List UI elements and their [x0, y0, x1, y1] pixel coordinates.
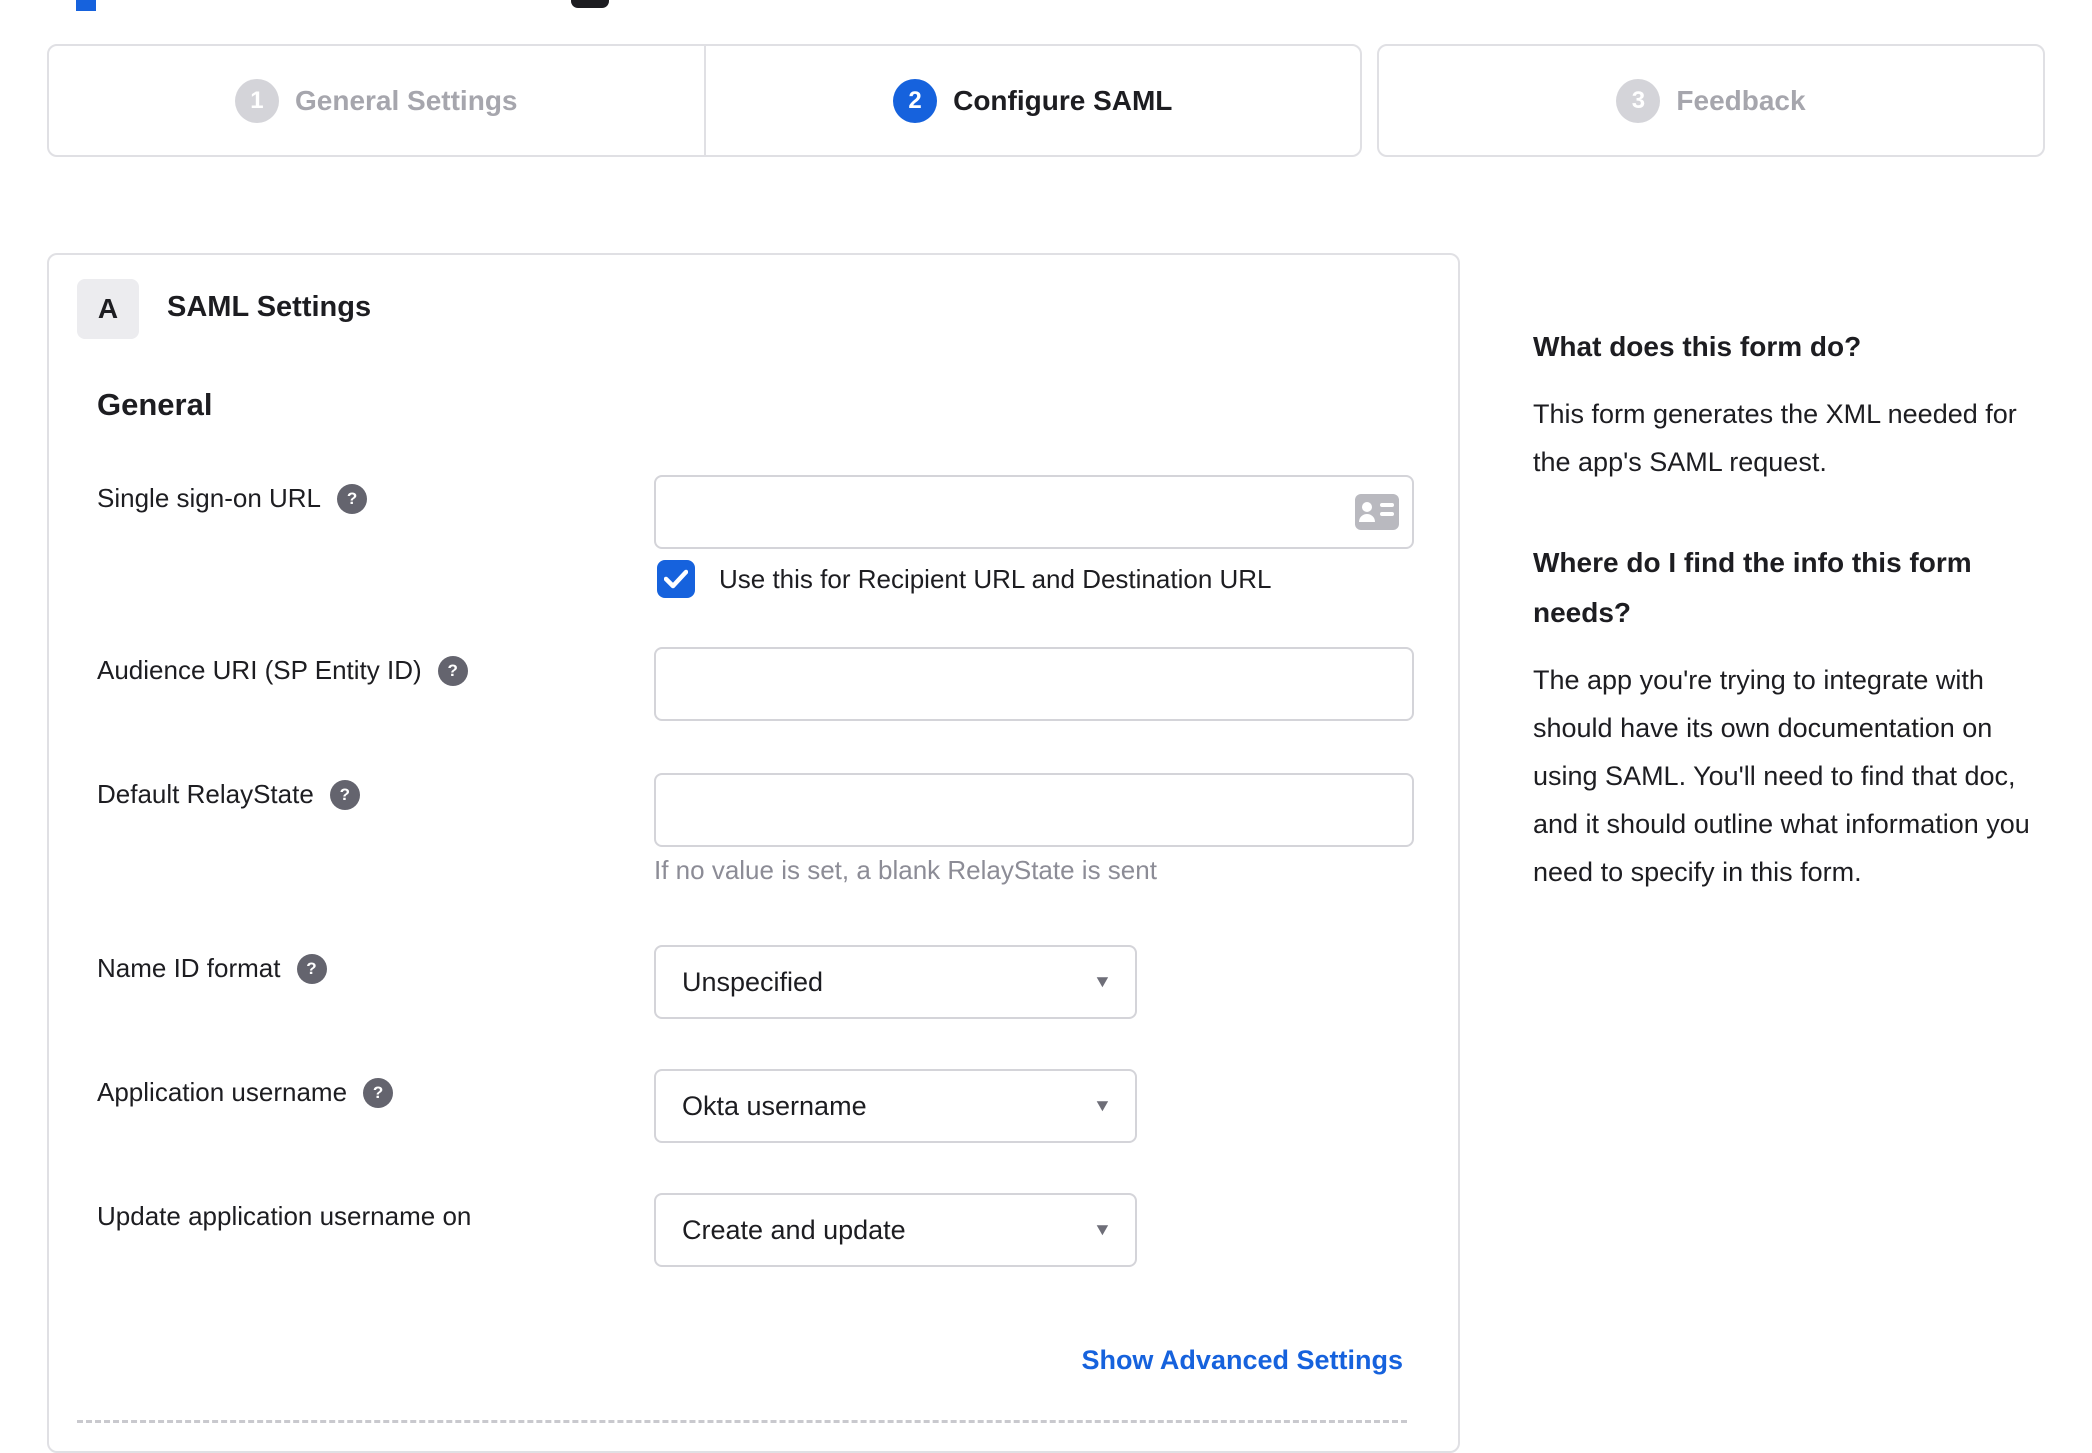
- relay-state-label: Default RelayState ?: [97, 779, 360, 810]
- recipient-url-checkbox[interactable]: [657, 560, 695, 598]
- help-icon[interactable]: ?: [296, 953, 327, 984]
- section-a-badge: A: [77, 279, 139, 339]
- general-section-heading: General: [97, 387, 213, 422]
- step-configure-saml[interactable]: 2 Configure SAML: [703, 46, 1361, 155]
- chevron-down-icon: ▼: [1092, 972, 1113, 991]
- chevron-down-icon: ▼: [1092, 1096, 1113, 1115]
- update-username-select[interactable]: Create and update ▼: [654, 1193, 1137, 1267]
- application-username-label-text: Application username: [97, 1077, 348, 1107]
- name-id-format-label: Name ID format ?: [97, 953, 327, 984]
- relay-state-hint: If no value is set, a blank RelayState i…: [654, 855, 1157, 885]
- relay-state-label-text: Default RelayState: [97, 779, 314, 809]
- audience-uri-input[interactable]: [654, 647, 1414, 721]
- checkmark-icon: [664, 569, 688, 589]
- help-icon[interactable]: ?: [363, 1077, 394, 1108]
- help-icon[interactable]: ?: [329, 779, 360, 810]
- step-number-badge: 1: [234, 78, 279, 123]
- configure-saml-page: { "colors": { "accent_blue": "#1662dd", …: [0, 0, 2092, 1453]
- sidebar-heading-where: Where do I find the info this form needs…: [1533, 547, 1972, 628]
- help-icon[interactable]: ?: [337, 483, 368, 514]
- show-advanced-settings-link[interactable]: Show Advanced Settings: [1081, 1345, 1403, 1376]
- wizard-stepper-feedback: 3 Feedback: [1377, 44, 2045, 157]
- sso-url-label-text: Single sign-on URL: [97, 483, 322, 513]
- name-id-format-label-text: Name ID format: [97, 953, 281, 983]
- saml-settings-panel: A SAML Settings General Single sign-on U…: [47, 253, 1460, 1453]
- sso-url-input[interactable]: [654, 475, 1414, 549]
- step-number-badge: 3: [1616, 78, 1661, 123]
- update-username-label-text: Update application username on: [97, 1201, 472, 1231]
- application-username-select[interactable]: Okta username ▼: [654, 1069, 1137, 1143]
- step-label: Feedback: [1676, 84, 1806, 116]
- panel-title: SAML Settings: [167, 291, 372, 323]
- update-username-value: Create and update: [682, 1214, 906, 1245]
- sidebar-heading-what: What does this form do?: [1533, 331, 1862, 362]
- recipient-url-checkbox-row: Use this for Recipient URL and Destinati…: [657, 560, 1272, 598]
- clipped-header-title-fragment: [76, 0, 96, 11]
- step-number-badge: 2: [893, 78, 938, 123]
- step-label: Configure SAML: [953, 84, 1173, 116]
- update-username-label: Update application username on: [97, 1201, 471, 1232]
- step-feedback[interactable]: 3 Feedback: [1379, 46, 2043, 155]
- help-sidebar: What does this form do? This form genera…: [1533, 322, 2038, 948]
- application-username-label: Application username ?: [97, 1077, 394, 1108]
- section-divider: [77, 1420, 1407, 1423]
- relay-state-input[interactable]: [654, 773, 1414, 847]
- clipped-header-logo-fragment: [571, 0, 609, 8]
- help-icon[interactable]: ?: [437, 655, 468, 686]
- step-label: General Settings: [294, 84, 518, 116]
- name-id-format-value: Unspecified: [682, 966, 824, 997]
- contact-card-icon[interactable]: [1354, 493, 1400, 531]
- sso-url-label: Single sign-on URL ?: [97, 483, 368, 514]
- audience-uri-label-text: Audience URI (SP Entity ID): [97, 655, 422, 685]
- chevron-down-icon: ▼: [1092, 1220, 1113, 1239]
- sidebar-body-what: This form generates the XML needed for t…: [1533, 399, 2017, 477]
- name-id-format-select[interactable]: Unspecified ▼: [654, 945, 1137, 1019]
- step-general-settings[interactable]: 1 General Settings: [49, 46, 704, 155]
- sidebar-body-where: The app you're trying to integrate with …: [1533, 665, 2030, 887]
- audience-uri-label: Audience URI (SP Entity ID) ?: [97, 655, 468, 686]
- recipient-url-checkbox-label: Use this for Recipient URL and Destinati…: [719, 563, 1272, 594]
- application-username-value: Okta username: [682, 1090, 867, 1121]
- wizard-stepper: 1 General Settings 2 Configure SAML: [47, 44, 1362, 157]
